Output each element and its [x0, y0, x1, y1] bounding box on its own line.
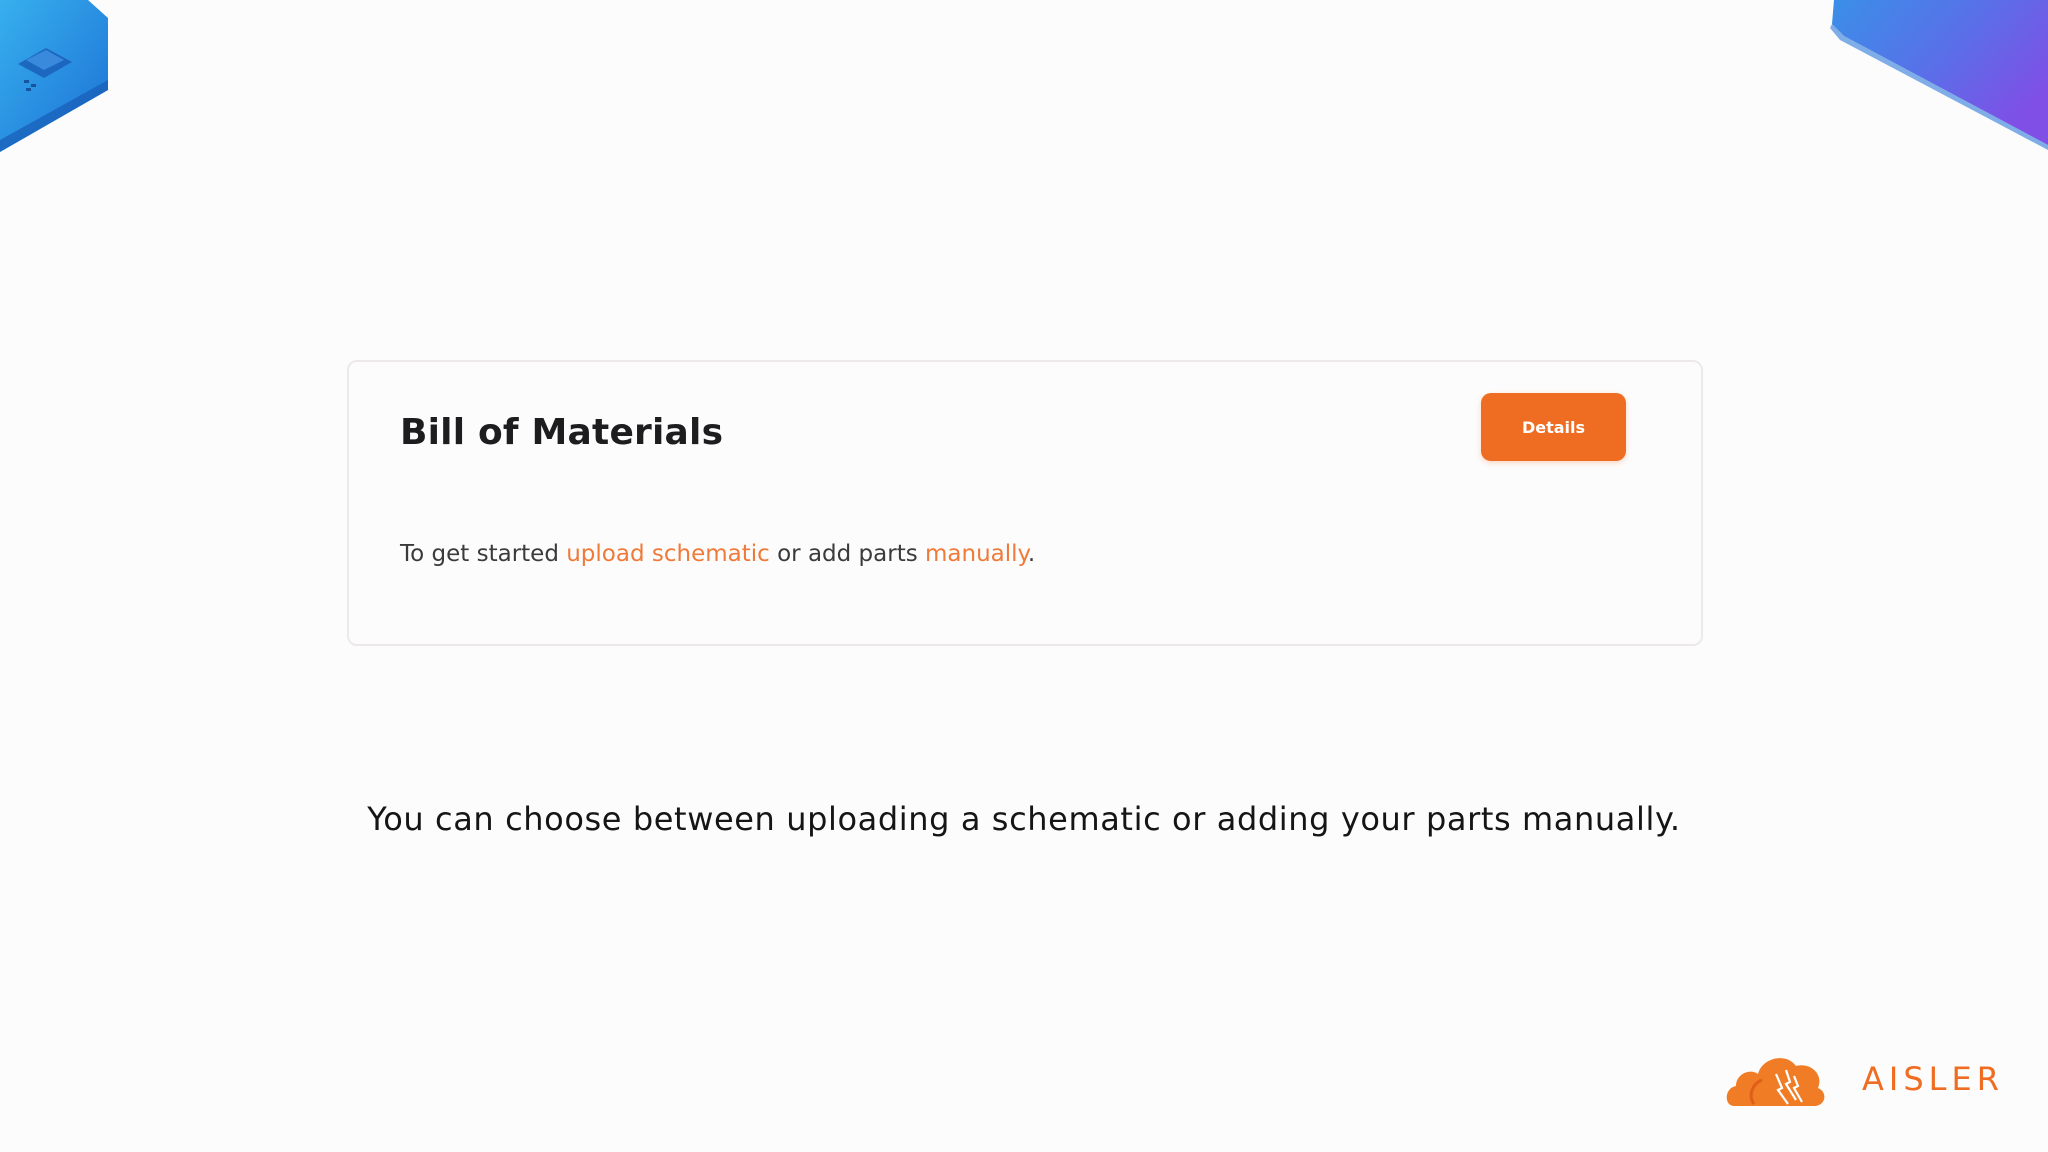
details-button[interactable]: Details — [1481, 393, 1626, 461]
bill-of-materials-card: Bill of Materials Details To get started… — [347, 360, 1703, 646]
get-started-text: To get started upload schematic or add p… — [400, 541, 1035, 567]
abstract-shape-icon — [1830, 0, 2048, 150]
tutorial-caption: You can choose between uploading a schem… — [367, 800, 1681, 838]
card-title: Bill of Materials — [400, 412, 724, 453]
intro-middle-text: or add parts — [769, 541, 926, 567]
brand-name: AISLER — [1862, 1060, 2004, 1098]
intro-suffix-text: . — [1027, 541, 1036, 567]
circuit-board-icon — [0, 0, 108, 152]
cloud-logo-icon — [1726, 1058, 1825, 1106]
upload-schematic-link[interactable]: upload schematic — [566, 541, 770, 567]
brand-logo: AISLER — [1724, 1044, 2014, 1114]
add-parts-manually-link[interactable]: manually — [925, 541, 1028, 567]
intro-prefix-text: To get started — [400, 541, 567, 567]
